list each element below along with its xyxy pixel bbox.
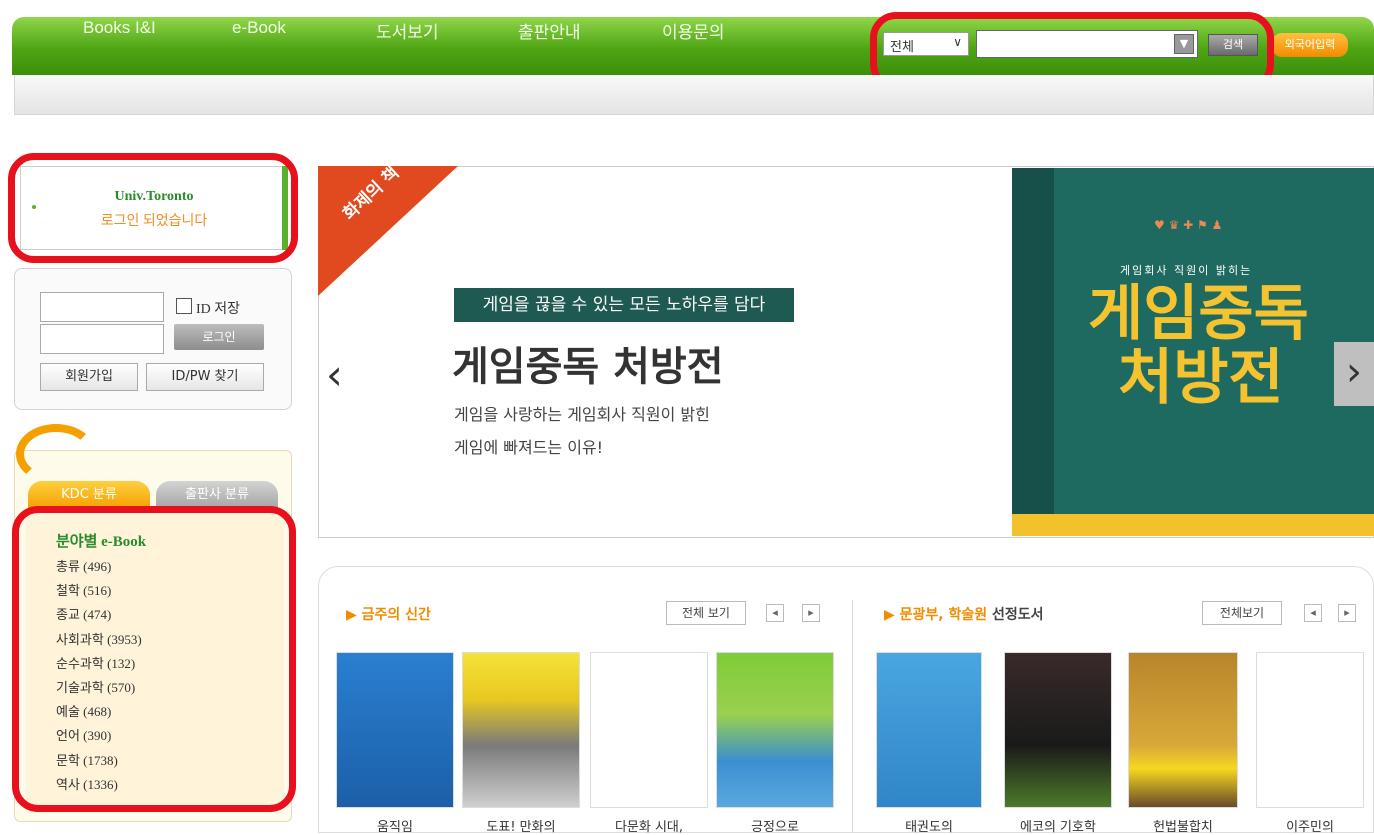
book-caption[interactable]: 긍정으로 — [716, 816, 834, 835]
password-input[interactable] — [40, 324, 164, 354]
bullet-arrow-icon: ▶ — [346, 607, 357, 623]
join-button[interactable]: 회원가입 — [40, 363, 138, 391]
book-caption[interactable]: 헌법불합치 — [1128, 816, 1238, 835]
book-caption[interactable]: 도표! 만화의 — [462, 816, 580, 835]
nav-item-publishing-info[interactable]: 출판안내 — [518, 18, 581, 43]
nav-item-ebook[interactable]: e-Book — [232, 18, 286, 38]
university-name: Univ.Toronto — [114, 189, 194, 204]
book-cover[interactable] — [1256, 652, 1364, 808]
category-item[interactable]: 순수과학 (132) — [56, 653, 284, 677]
dropdown-arrow-icon[interactable]: ▼ — [1174, 34, 1194, 54]
cover-title-line2: 처방전 — [1118, 343, 1284, 413]
nav-item-books-ini[interactable]: Books I&I — [83, 18, 156, 38]
selected-books-next-button[interactable]: ▸ — [1338, 604, 1356, 622]
chevron-down-icon: ∨ — [953, 35, 962, 49]
search-input[interactable] — [976, 30, 1198, 58]
banner-tagline: 게임을 끊을 수 있는 모든 노하우를 담다 — [454, 288, 794, 322]
book-cover[interactable] — [876, 652, 982, 808]
category-item[interactable]: 언어 (390) — [56, 725, 284, 749]
category-item[interactable]: 종교 (474) — [56, 604, 284, 628]
nav-item-browse-books[interactable]: 도서보기 — [376, 18, 439, 43]
new-books-next-button[interactable]: ▸ — [802, 604, 820, 622]
category-title: 분야별 e-Book — [56, 534, 147, 550]
selected-books-view-all-button[interactable]: 전체보기 — [1202, 601, 1282, 625]
banner-desc-line: 게임을 사랑하는 게임회사 직원이 밝힌 — [454, 405, 710, 424]
banner-desc-line: 게임에 빠져드는 이유! — [454, 438, 604, 457]
category-item[interactable]: 예술 (468) — [56, 701, 284, 725]
search-scope-value: 전체 — [890, 40, 914, 55]
decorative-swirl-icon — [16, 424, 96, 484]
new-books-title: ▶ 금주의 신간 — [346, 607, 431, 623]
search-button[interactable]: 검색 — [1208, 34, 1258, 56]
book-caption[interactable]: 움직임 — [336, 816, 454, 835]
selected-books-prev-button[interactable]: ◂ — [1304, 604, 1322, 622]
selected-books-title: ▶ 문광부, 학술원 선정도서 — [884, 607, 1044, 623]
tab-publisher-category[interactable]: 출판사 분류 — [156, 481, 278, 509]
find-id-pw-button[interactable]: ID/PW 찾기 — [146, 363, 264, 391]
cover-subtitle: 게임회사 직원이 밝히는 — [1120, 264, 1253, 277]
category-item[interactable]: 총류 (496) — [56, 556, 284, 580]
category-item[interactable]: 기술과학 (570) — [56, 677, 284, 701]
book-cover[interactable] — [1128, 652, 1238, 808]
book-cover[interactable] — [462, 652, 580, 808]
login-status-message: 로그인 되었습니다 — [100, 214, 208, 229]
category-item[interactable]: 철학 (516) — [56, 580, 284, 604]
banner-prev-arrow-icon[interactable]: ‹ — [326, 350, 343, 399]
book-caption[interactable]: 이주민의 — [1256, 816, 1364, 835]
sub-nav-bar — [14, 75, 1374, 115]
book-cover[interactable] — [1004, 652, 1112, 808]
id-input[interactable] — [40, 292, 164, 322]
book-caption[interactable]: 태권도의 — [876, 816, 982, 835]
bullet-arrow-icon: ▶ — [884, 607, 895, 623]
book-cover[interactable] — [336, 652, 454, 808]
category-item[interactable]: 문학 (1738) — [56, 750, 284, 774]
login-status-box: Univ.Toronto 로그인 되었습니다 — [20, 166, 288, 250]
login-button[interactable]: 로그인 — [174, 324, 264, 350]
banner-description: 게임을 사랑하는 게임회사 직원이 밝힌 게임에 빠져드는 이유! — [454, 398, 710, 464]
featured-ribbon: 화제의 책 — [318, 166, 458, 296]
book-caption[interactable]: 에코의 기호학 — [1004, 816, 1112, 835]
nav-item-inquiry[interactable]: 이용문의 — [662, 18, 725, 43]
save-id-checkbox[interactable] — [176, 298, 192, 314]
foreign-language-input-button[interactable]: 외국어입력 — [1272, 33, 1348, 57]
login-status-accent — [282, 166, 288, 250]
new-books-prev-button[interactable]: ◂ — [766, 604, 784, 622]
book-cover[interactable] — [590, 652, 708, 808]
save-id-label: ID 저장 — [196, 302, 241, 317]
category-list: 분야별 e-Book 총류 (496) 철학 (516) 종교 (474) 사회… — [26, 512, 284, 808]
banner-title[interactable]: 게임중독 처방전 — [452, 334, 724, 392]
book-caption[interactable]: 다문화 시대, — [590, 816, 708, 835]
book-cover-bottom-band — [1012, 514, 1374, 536]
banner-next-arrow-icon[interactable]: › — [1334, 342, 1374, 406]
book-spine — [1012, 168, 1054, 536]
tab-kdc-category[interactable]: KDC 분류 — [28, 481, 150, 509]
cover-title-line1: 게임중독 — [1088, 279, 1309, 349]
book-cover[interactable] — [716, 652, 834, 808]
search-scope-select[interactable]: 전체 ∨ — [883, 32, 969, 56]
bullet-dot-icon — [32, 205, 36, 209]
category-item[interactable]: 역사 (1336) — [56, 774, 284, 798]
category-item[interactable]: 사회과학 (3953) — [56, 629, 284, 653]
new-books-view-all-button[interactable]: 전체 보기 — [666, 601, 746, 625]
cover-decoration-icons: ♥ ♛ ✚ ⚑ ♟ — [1154, 218, 1223, 232]
section-divider — [852, 600, 853, 833]
